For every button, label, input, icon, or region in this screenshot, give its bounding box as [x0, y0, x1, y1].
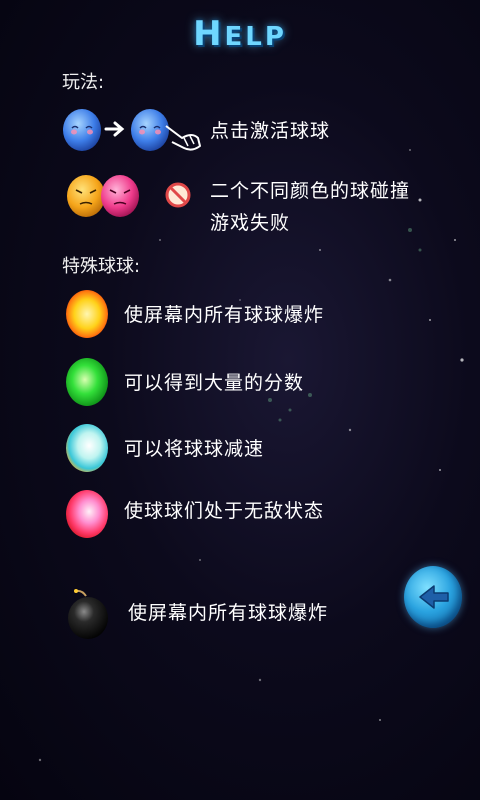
pink-ball-icon — [66, 490, 108, 538]
special-ball-pink-text: 使球球们处于无敌状态 — [124, 500, 325, 522]
green-ball-icon — [66, 358, 108, 406]
bomb-icon — [68, 589, 108, 639]
special-ball-yellow-text: 使屏幕内所有球球爆炸 — [124, 304, 325, 326]
page-title: HELP — [193, 14, 287, 54]
pink-ball-icon — [101, 175, 139, 217]
collision-description-line1: 二个不同颜色的球碰撞 — [210, 180, 411, 202]
back-button[interactable] — [404, 566, 462, 628]
hand-pointer-icon — [165, 125, 201, 151]
prohibited-icon — [165, 182, 191, 208]
blue-ball-icon — [63, 109, 101, 151]
arrow-right-icon — [104, 121, 125, 137]
cyan-ball-icon — [66, 424, 108, 472]
special-ball-cyan-text: 可以将球球减速 — [124, 438, 265, 460]
collision-description-line2: 游戏失败 — [210, 212, 291, 234]
tap-description: 点击激活球球 — [210, 120, 331, 142]
back-arrow-icon — [419, 585, 449, 609]
special-ball-green-text: 可以得到大量的分数 — [124, 372, 305, 394]
special-balls-label: 特殊球球: — [62, 256, 141, 277]
special-bomb-text: 使屏幕内所有球球爆炸 — [128, 602, 329, 624]
rules-label: 玩法: — [62, 72, 105, 93]
yellow-ball-icon — [66, 290, 108, 338]
